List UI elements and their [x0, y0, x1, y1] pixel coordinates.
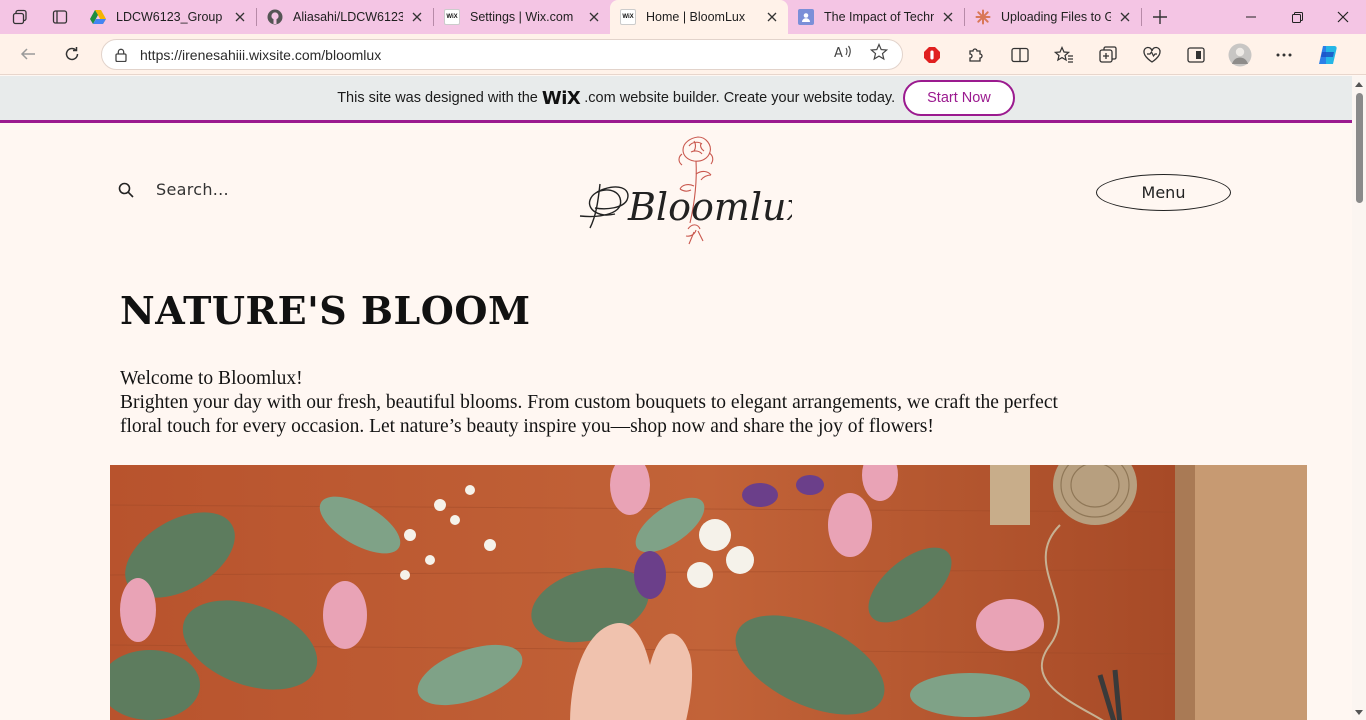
contacts-icon [798, 9, 814, 25]
close-tab-icon[interactable] [586, 9, 602, 25]
scroll-down-arrow-icon[interactable] [1355, 708, 1363, 716]
welcome-line: Welcome to Bloomlux! [120, 368, 303, 389]
tab-title: Uploading Files to Git [1001, 10, 1111, 24]
tab-title: The Impact of Techno [824, 10, 934, 24]
scrollbar-thumb[interactable] [1356, 93, 1363, 203]
url-text[interactable]: https://irenesahiii.wixsite.com/bloomlux [140, 47, 834, 63]
browser-toolbar: https://irenesahiii.wixsite.com/bloomlux… [0, 34, 1366, 75]
tab-impact-of-technology[interactable]: The Impact of Techno [788, 0, 964, 34]
github-icon [267, 9, 283, 25]
hero-flower-image [110, 465, 1307, 720]
profile-avatar[interactable] [1218, 34, 1262, 75]
new-tab-button[interactable] [1142, 0, 1178, 34]
back-button[interactable] [6, 34, 50, 75]
tab-uploading-files[interactable]: Uploading Files to Git [965, 0, 1141, 34]
refresh-button[interactable] [50, 34, 94, 75]
tab-title: Settings | Wix.com [470, 10, 574, 24]
page-viewport: This site was designed with the WiX .com… [0, 76, 1352, 720]
address-bar[interactable]: https://irenesahiii.wixsite.com/bloomlux… [101, 39, 903, 70]
favorite-star-icon[interactable] [869, 42, 889, 66]
close-tab-icon[interactable] [940, 9, 956, 25]
bloomlux-logo[interactable]: Bloomlux [570, 134, 808, 249]
split-screen-icon[interactable] [998, 34, 1042, 75]
logo-wordmark [579, 183, 629, 229]
tab-title: LDCW6123_Group Pro [116, 10, 226, 24]
wix-logo[interactable]: WiX [542, 88, 581, 109]
close-tab-icon[interactable] [764, 9, 780, 25]
scroll-up-arrow-icon[interactable] [1355, 80, 1363, 88]
tab-wix-settings[interactable]: WiX Settings | Wix.com [434, 0, 610, 34]
favorites-icon[interactable] [1042, 34, 1086, 75]
start-now-button[interactable]: Start Now [903, 80, 1015, 116]
back-arrow-icon [20, 48, 35, 60]
minimize-button[interactable] [1228, 0, 1274, 34]
wix-promo-banner: This site was designed with the WiX .com… [0, 76, 1352, 123]
reading-view-icon[interactable] [1174, 34, 1218, 75]
logo-text: Bloomlux [627, 185, 792, 229]
banner-text: This site was designed with the [337, 90, 538, 106]
menu-button[interactable]: Menu [1096, 174, 1231, 211]
tab-ldcw-group[interactable]: LDCW6123_Group Pro [80, 0, 256, 34]
close-tab-icon[interactable] [232, 9, 248, 25]
refresh-icon [65, 47, 79, 61]
wix-icon: WiX [444, 9, 460, 25]
restore-button[interactable] [1274, 0, 1320, 34]
intro-paragraph: Brighten your day with our fresh, beauti… [120, 392, 1058, 437]
tab-github[interactable]: Aliasahi/LDCW6123 [257, 0, 433, 34]
site-search[interactable]: Search... [118, 180, 229, 199]
page-title: NATURE'S BLOOM [120, 288, 531, 333]
claude-icon [975, 9, 991, 25]
plus-icon [1153, 10, 1167, 24]
collections-icon[interactable] [1086, 34, 1130, 75]
wix-icon: WiX [620, 9, 636, 25]
tab-actions-icon[interactable] [40, 0, 80, 34]
browser-essentials-icon[interactable] [1130, 34, 1174, 75]
tab-title: Home | BloomLux [646, 10, 746, 24]
page-scrollbar[interactable] [1352, 76, 1366, 720]
adblock-icon[interactable] [910, 34, 954, 75]
close-tab-icon[interactable] [1117, 9, 1133, 25]
banner-text: .com website builder. Create your websit… [584, 90, 896, 106]
workspaces-icon[interactable] [0, 0, 40, 34]
google-drive-icon [90, 9, 106, 25]
read-aloud-icon[interactable]: A [834, 44, 852, 65]
search-input[interactable]: Search... [156, 180, 229, 199]
close-window-button[interactable] [1320, 0, 1366, 34]
tab-title: Aliasahi/LDCW6123 [293, 10, 403, 24]
copilot-icon[interactable] [1306, 34, 1350, 75]
tab-bloomlux-home[interactable]: WiX Home | BloomLux [610, 0, 788, 34]
lock-icon[interactable] [102, 48, 140, 62]
search-icon [118, 182, 134, 198]
more-options-icon[interactable] [1262, 34, 1306, 75]
svg-text:A: A [834, 46, 843, 60]
intro-text: Welcome to Bloomlux! Brighten your day w… [120, 367, 1080, 439]
browser-tab-bar: LDCW6123_Group Pro Aliasahi/LDCW6123 WiX… [0, 0, 1366, 34]
extensions-icon[interactable] [954, 34, 998, 75]
close-tab-icon[interactable] [409, 9, 425, 25]
